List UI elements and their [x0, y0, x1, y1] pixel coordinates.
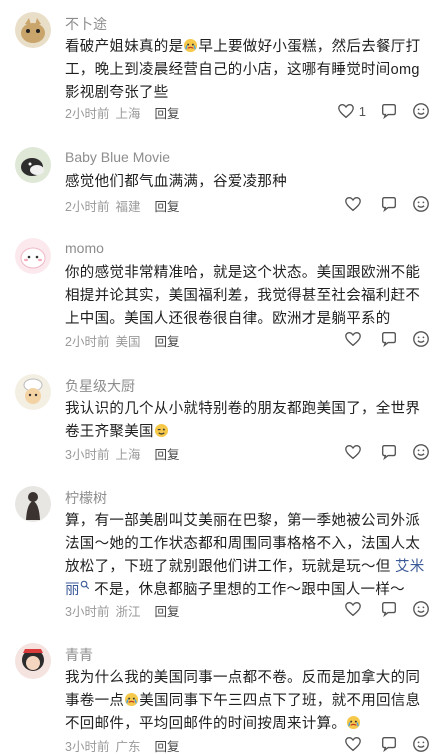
search-icon: [80, 580, 89, 590]
comment-meta: 3小时前 广东 回复: [65, 736, 185, 755]
comment-location: 福建: [115, 200, 141, 214]
smile-icon: [413, 196, 429, 212]
reply-button[interactable]: 回复: [154, 200, 179, 214]
avatar[interactable]: [15, 12, 51, 48]
comment-meta: 3小时前 上海 回复: [65, 444, 185, 463]
smile-icon: [413, 103, 429, 119]
comment-location: 上海: [115, 448, 141, 462]
comment-text-part: 算，有一部美剧叫艾美丽在巴黎，第一季她被公司外派法国～她的工作状态都和周围同事格…: [65, 513, 421, 575]
comment-actions: [330, 195, 430, 213]
comment-text: 看破产姐妹真的是 早上要做好小蛋糕，然后去餐厅打工，晚上到凌晨经营自己的小店，这哪…: [65, 36, 430, 105]
comment-button[interactable]: [380, 102, 398, 120]
like-count: 1: [358, 103, 366, 119]
comment-time: 3小时前: [65, 740, 110, 754]
comment-author[interactable]: momo: [65, 240, 104, 256]
emoji-react-button[interactable]: [412, 102, 430, 120]
comment-text-part: 我认识的几个从小就特别卷的朋友都跑美国了，全世界卷王齐聚美国: [65, 401, 421, 440]
avatar[interactable]: [15, 238, 51, 274]
comment-text: 感觉他们都气血满满，谷爱凌那种: [65, 171, 430, 194]
heart-icon: [345, 602, 361, 617]
smile-icon: [413, 736, 429, 752]
like-button[interactable]: [344, 735, 366, 753]
comment-actions: [330, 735, 430, 753]
smile-icon: [413, 444, 429, 460]
comment-meta: 2小时前 美国 回复: [65, 331, 185, 350]
like-button[interactable]: [344, 330, 366, 348]
comment-text: 算，有一部美剧叫艾美丽在巴黎，第一季她被公司外派法国～她的工作状态都和周围同事格…: [65, 510, 430, 602]
comment-location: 上海: [115, 107, 141, 121]
comment-location: 浙江: [115, 605, 141, 619]
crying-emoji: [125, 692, 139, 707]
comment-actions: [330, 330, 430, 348]
heart-icon: [345, 197, 361, 212]
like-button[interactable]: [344, 195, 366, 213]
reply-button[interactable]: 回复: [154, 448, 179, 462]
comment-author[interactable]: Baby Blue Movie: [65, 149, 170, 165]
emoji-react-button[interactable]: [412, 330, 430, 348]
comment-author[interactable]: 负星级大厨: [65, 376, 135, 396]
comment-time: 3小时前: [65, 605, 110, 619]
reply-button[interactable]: 回复: [154, 740, 179, 754]
comment-icon: [382, 104, 396, 120]
heart-icon: [337, 104, 354, 119]
comment-actions: [330, 443, 430, 461]
crying-emoji: [347, 715, 361, 730]
heart-icon: [345, 445, 361, 460]
reply-button[interactable]: 回复: [154, 107, 179, 121]
comment-text-part: 不是，休息都脑子里想的工作～跟中国人一样～: [89, 582, 405, 598]
comment-text: 你的感觉非常精准哈，就是这个状态。美国跟欧洲不能相提并论其实，美国福利差，我觉得…: [65, 262, 430, 331]
smile-icon: [413, 601, 429, 617]
comment-text-part: 你的感觉非常精准哈，就是这个状态。美国跟欧洲不能相提并论其实，美国福利差，我觉得…: [65, 265, 421, 327]
avatar[interactable]: [15, 374, 51, 410]
avatar[interactable]: [15, 486, 51, 522]
heart-icon: [345, 737, 361, 752]
comment-button[interactable]: [380, 735, 398, 753]
smile-icon: [413, 331, 429, 347]
avatar[interactable]: [15, 147, 51, 183]
comment-time: 2小时前: [65, 335, 110, 349]
comment-actions: [330, 600, 430, 618]
like-button[interactable]: [344, 600, 366, 618]
comment-button[interactable]: [380, 600, 398, 618]
comment-list: 不卜途 看破产姐妹真的是 早上要做好小蛋糕，然后去餐厅打工，晚上到凌晨经营自己的小…: [0, 0, 444, 755]
comment-icon: [382, 332, 396, 348]
comment-text: 我认识的几个从小就特别卷的朋友都跑美国了，全世界卷王齐聚美国: [65, 398, 430, 444]
comment-icon: [382, 737, 396, 753]
heart-icon: [345, 332, 361, 347]
crying-emoji: [184, 38, 198, 53]
avatar[interactable]: [15, 643, 51, 679]
like-button[interactable]: 1: [337, 102, 366, 120]
comment-icon: [382, 197, 396, 213]
comment-time: 2小时前: [65, 200, 110, 214]
comment-button[interactable]: [380, 443, 398, 461]
emoji-react-button[interactable]: [412, 195, 430, 213]
comment-button[interactable]: [380, 330, 398, 348]
comment-actions: 1: [323, 102, 430, 120]
comment-author[interactable]: 不卜途: [65, 14, 107, 34]
comment-button[interactable]: [380, 195, 398, 213]
like-button[interactable]: [344, 443, 366, 461]
comment-meta: 2小时前 福建 回复: [65, 196, 185, 215]
comment-text-part: 看破产姐妹真的是: [65, 39, 184, 55]
emoji-react-button[interactable]: [412, 443, 430, 461]
comment-author[interactable]: 柠檬树: [65, 488, 107, 508]
emoji-react-button[interactable]: [412, 600, 430, 618]
comment-meta: 2小时前 上海 回复: [65, 103, 185, 122]
wink-emoji: [154, 423, 168, 438]
comment-time: 2小时前: [65, 107, 110, 121]
comment-author[interactable]: 青青: [65, 645, 93, 665]
comment-time: 3小时前: [65, 448, 110, 462]
comment-icon: [382, 445, 396, 461]
comment-location: 广东: [115, 740, 141, 754]
comment-meta: 3小时前 浙江 回复: [65, 601, 185, 620]
comment-icon: [382, 602, 396, 618]
comment-location: 美国: [115, 335, 141, 349]
comment-text: 我为什么我的美国同事一点都不卷。反而是加拿大的同事卷一点 美国同事下午三四点下了班…: [65, 667, 430, 736]
comment-text-part: 感觉他们都气血满满，谷爱凌那种: [65, 174, 287, 190]
reply-button[interactable]: 回复: [154, 605, 179, 619]
emoji-react-button[interactable]: [412, 735, 430, 753]
reply-button[interactable]: 回复: [154, 335, 179, 349]
